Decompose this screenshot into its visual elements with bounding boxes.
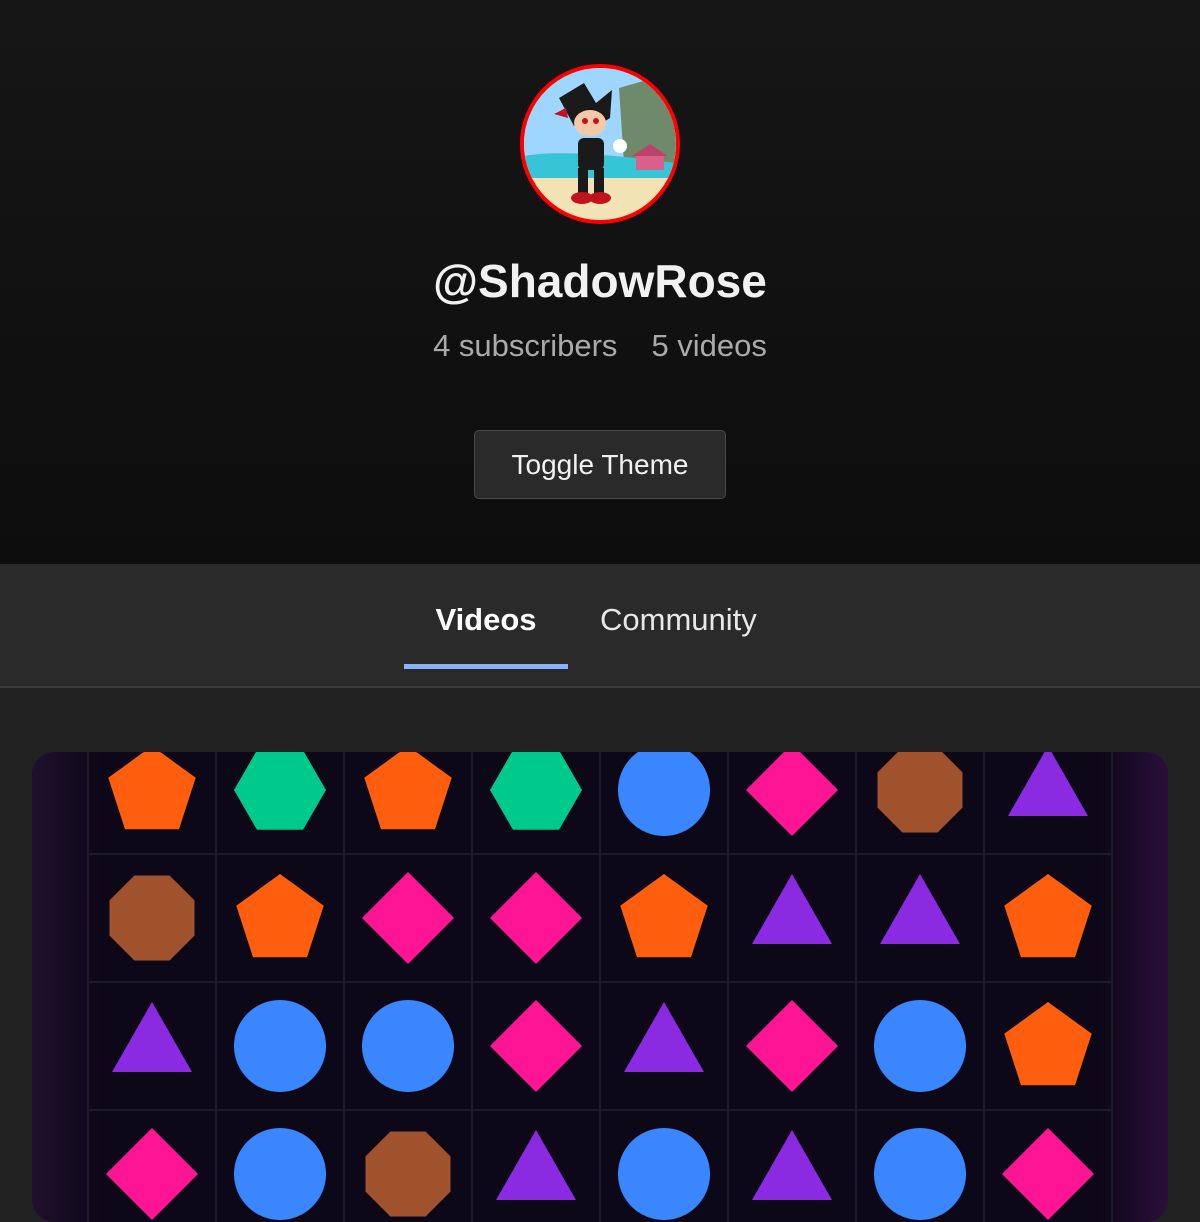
- triangle-gem[interactable]: [624, 1002, 704, 1072]
- triangle-gem[interactable]: [752, 1130, 832, 1200]
- pentagon-gem[interactable]: [236, 874, 324, 958]
- octagon-gem[interactable]: [109, 875, 195, 961]
- video-thumbnail-game-board[interactable]: [32, 752, 1168, 1222]
- channel-header: @ShadowRose 4 subscribers 5 videos Toggle…: [0, 0, 1200, 564]
- diamond-gem[interactable]: [490, 872, 582, 964]
- pentagon-gem[interactable]: [108, 752, 196, 830]
- subscriber-count: 4 subscribers: [433, 328, 618, 363]
- diamond-gem[interactable]: [746, 1000, 838, 1092]
- channel-stats: 4 subscribers 5 videos: [0, 328, 1200, 364]
- circle-gem[interactable]: [618, 752, 710, 836]
- active-tab-indicator: [404, 664, 568, 669]
- pentagon-gem[interactable]: [364, 752, 452, 830]
- triangle-gem[interactable]: [1008, 752, 1088, 816]
- toggle-theme-button[interactable]: Toggle Theme: [474, 430, 726, 499]
- diamond-gem[interactable]: [106, 1128, 198, 1220]
- circle-gem[interactable]: [362, 1000, 454, 1092]
- diamond-gem[interactable]: [362, 872, 454, 964]
- tab-videos[interactable]: Videos: [404, 602, 568, 638]
- circle-gem[interactable]: [234, 1000, 326, 1092]
- diamond-gem[interactable]: [1002, 1128, 1094, 1220]
- octagon-gem[interactable]: [877, 752, 963, 833]
- triangle-gem[interactable]: [752, 874, 832, 944]
- channel-avatar[interactable]: [520, 64, 680, 224]
- pentagon-gem[interactable]: [1004, 1002, 1092, 1086]
- channel-tabs: Videos Community: [0, 564, 1200, 688]
- circle-gem[interactable]: [234, 1128, 326, 1220]
- triangle-gem[interactable]: [496, 1130, 576, 1200]
- pentagon-gem[interactable]: [620, 874, 708, 958]
- circle-gem[interactable]: [874, 1128, 966, 1220]
- circle-gem[interactable]: [618, 1128, 710, 1220]
- circle-gem[interactable]: [874, 1000, 966, 1092]
- video-count: 5 videos: [651, 328, 767, 363]
- triangle-gem[interactable]: [880, 874, 960, 944]
- diamond-gem[interactable]: [746, 752, 838, 836]
- hexagon-gem[interactable]: [490, 752, 582, 830]
- tab-community[interactable]: Community: [600, 602, 757, 638]
- avatar-illustration: [524, 68, 676, 220]
- pentagon-gem[interactable]: [1004, 874, 1092, 958]
- channel-handle: @ShadowRose: [433, 255, 767, 307]
- diamond-gem[interactable]: [490, 1000, 582, 1092]
- gem-grid: [87, 752, 1113, 1222]
- hexagon-gem[interactable]: [234, 752, 326, 830]
- triangle-gem[interactable]: [112, 1002, 192, 1072]
- octagon-gem[interactable]: [365, 1131, 451, 1217]
